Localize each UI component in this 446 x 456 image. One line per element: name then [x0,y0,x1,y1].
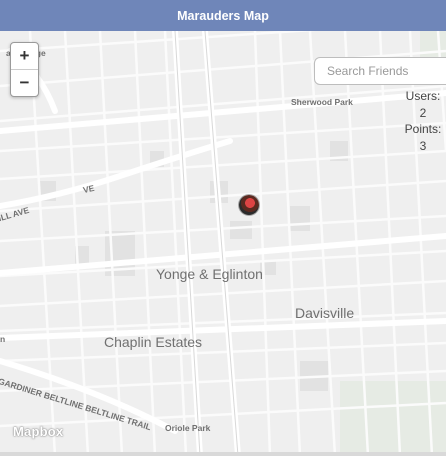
points-label: Points: [404,122,442,136]
search-friends-input[interactable] [314,57,446,85]
map-label-chaplin-estates: Chaplin Estates [104,334,203,350]
mapbox-logo[interactable]: Mapbox [13,424,63,439]
map-label-yonge-eglinton: Yonge & Eglinton [156,266,263,282]
users-label: Users: [405,89,441,103]
stats-panel: Users: 2 Points: 3 [400,88,446,154]
map-label-left-n: n [0,334,6,344]
bottom-strip [0,452,446,456]
points-count: 3 [419,138,427,153]
page-title: Marauders Map [177,8,269,23]
map-canvas[interactable]: a College Sherwood Park VE ILL AVE Yonge… [0,31,446,456]
zoom-control: + − [10,42,39,97]
map-label-sherwood-park: Sherwood Park [291,97,353,107]
app-header: Marauders Map [0,0,446,31]
users-count: 2 [419,105,427,120]
map-base-layer [0,31,446,456]
map-label-oriole-park: Oriole Park [165,423,211,433]
user-avatar-marker[interactable] [239,195,259,215]
map-label-davisville: Davisville [295,305,355,321]
zoom-in-button[interactable]: + [11,43,38,69]
zoom-out-button[interactable]: − [11,69,38,96]
app: Marauders Map a Sherwood Park VE ILL AVE… [0,0,446,456]
